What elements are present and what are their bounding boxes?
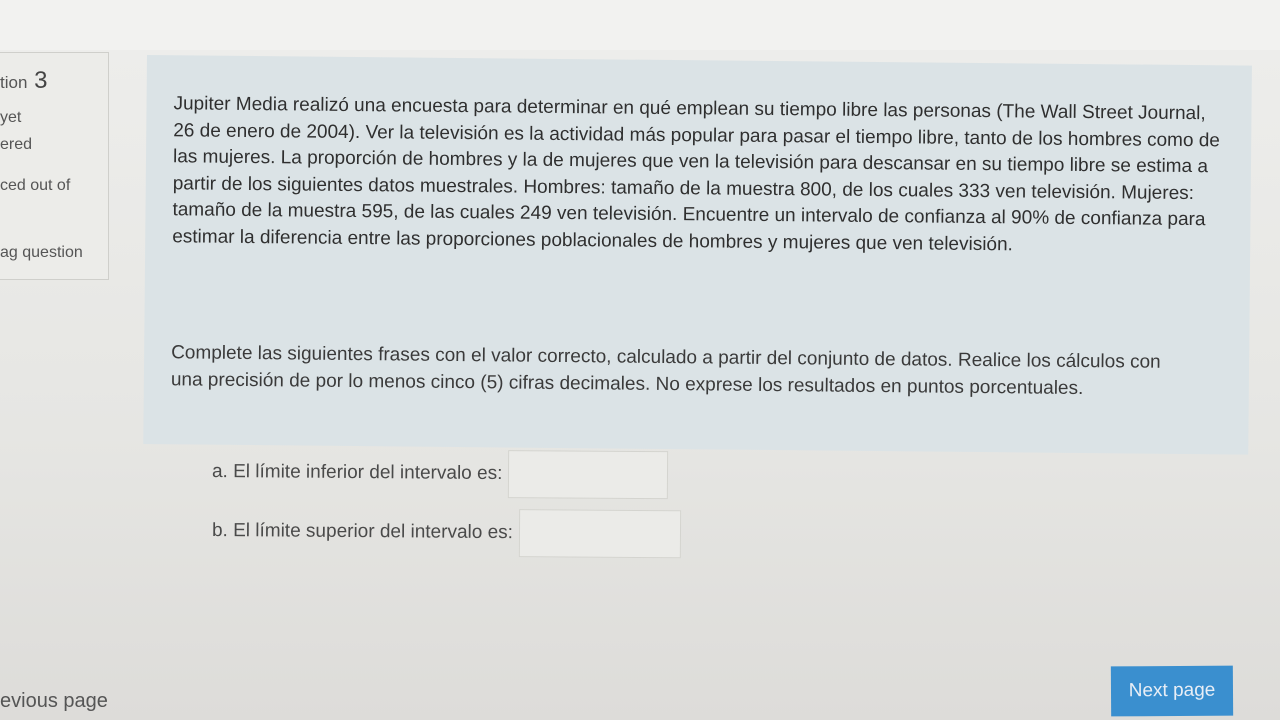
question-label: tion	[0, 73, 28, 92]
question-content-box: Jupiter Media realizó una encuesta para …	[143, 55, 1252, 455]
quiz-page: tion 3 yet ered ced out of ag question J…	[0, 0, 1280, 720]
answer-label-lower-limit: a. El límite inferior del intervalo es:	[211, 461, 503, 485]
answer-label-upper-limit: b. El límite superior del intervalo es:	[211, 520, 514, 544]
question-state-line2: ered	[0, 136, 33, 153]
question-number-heading: tion 3	[0, 67, 48, 95]
lower-limit-input[interactable]	[508, 450, 669, 500]
previous-page-button[interactable]: evious page	[0, 690, 108, 713]
answer-row-upper-limit: b. El límite superior del intervalo es:	[211, 506, 682, 559]
question-info-panel: tion 3 yet ered ced out of ag question	[0, 52, 109, 280]
upper-limit-input[interactable]	[518, 509, 682, 559]
top-strip	[0, 0, 1280, 50]
question-instructions: Complete las siguientes frases con el va…	[170, 342, 1161, 399]
question-number: 3	[34, 67, 48, 94]
question-state-line1: yet	[0, 109, 22, 126]
question-marks: ced out of	[0, 177, 71, 194]
flag-question-link[interactable]: ag question	[0, 244, 83, 262]
question-text: Jupiter Media realizó una encuesta para …	[172, 93, 1221, 255]
answer-row-lower-limit: a. El límite inferior del intervalo es:	[212, 447, 669, 500]
next-page-button[interactable]: Next page	[1110, 665, 1234, 717]
